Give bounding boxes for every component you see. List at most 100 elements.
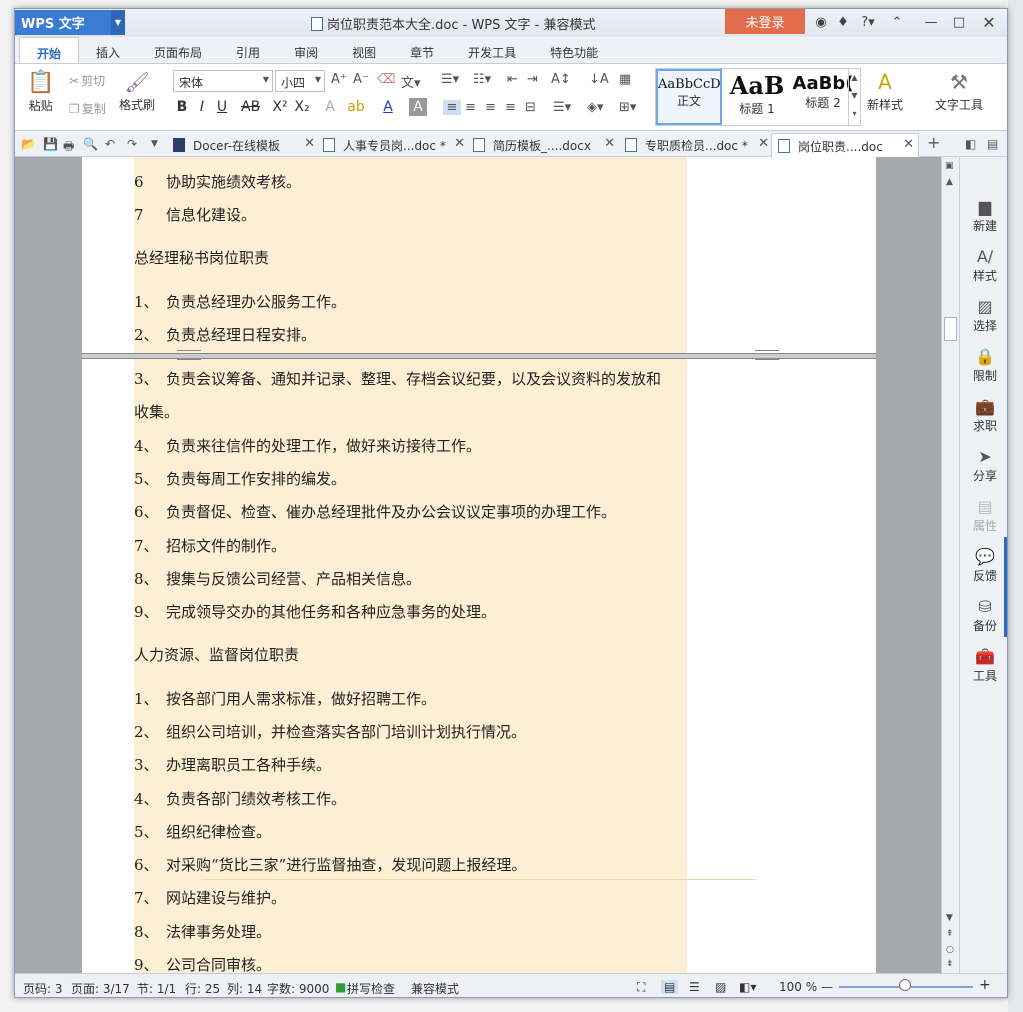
text-effect-icon[interactable]: A [321,98,339,116]
font-grow-icon[interactable]: A⁺ [331,72,347,87]
clear-format-icon[interactable]: ⌫ [377,72,395,87]
scroll-thumb[interactable] [944,317,957,341]
increase-indent-icon[interactable]: ⇥ [527,72,538,87]
copy-button[interactable]: ❐ 复制 [69,100,106,117]
font-size-select[interactable]: 小四 ▼ [275,70,325,92]
fullscreen-icon[interactable]: ⛶ [637,980,645,995]
redo-icon[interactable]: ↷ [127,137,137,151]
side-share[interactable]: ➤ 分享 [960,447,1007,484]
strikethrough-icon[interactable]: AB [241,98,260,116]
close-icon[interactable]: ✕ [979,12,999,32]
doc-tab-docer[interactable]: Docer-在线模板 ✕ [167,133,315,157]
align-center-icon[interactable]: ≡ [465,100,476,115]
reading-view-icon[interactable]: ◧▾ [739,980,756,994]
numbered-list-icon[interactable]: ☷▾ [473,72,491,87]
browse-object-icon[interactable]: ○ [946,945,954,955]
side-select[interactable]: ▨ 选择 [960,297,1007,334]
italic-icon[interactable]: I [193,98,211,116]
collapse-ribbon-icon[interactable]: ⌃ [887,12,907,32]
line-spacing-icon[interactable]: ☰▾ [553,100,571,115]
close-tab-icon[interactable]: ✕ [304,136,315,151]
split-icon[interactable]: ▣ [945,161,954,171]
side-restrict[interactable]: 🔒 限制 [960,347,1007,384]
subscript-icon[interactable]: X₂ [293,98,311,116]
undo-icon[interactable]: ↶ [105,137,115,151]
align-left-icon[interactable]: ≡ [443,100,461,115]
char-shading-icon[interactable]: A [409,98,427,116]
shading-icon[interactable]: ◈▾ [587,100,604,115]
doc-tab-job-duties[interactable]: 岗位职责....doc ✕ [771,133,919,157]
vertical-scrollbar[interactable]: ▣ ▲ ▼ ⇞ ○ ⇟ [941,157,959,973]
side-backup[interactable]: ⛁ 备份 [960,597,1007,634]
distributed-icon[interactable]: ⊟ [525,100,536,115]
web-view-icon[interactable]: ▨ [715,980,726,994]
zoom-in-icon[interactable]: + [979,977,991,993]
format-painter-button[interactable]: 🖌 格式刷 [119,70,155,113]
new-style-button[interactable]: A 新样式 [867,70,903,113]
customize-quick-access-icon[interactable]: ▼ [151,139,158,149]
wps-menu-button[interactable]: WPS 文字 ▼ [15,10,125,35]
minimize-icon[interactable]: — [921,12,941,32]
superscript-icon[interactable]: X² [271,98,289,116]
panel-collapse-handle[interactable] [1004,537,1007,637]
login-button[interactable]: 未登录 [725,9,805,34]
side-style[interactable]: A∕ 样式 [960,247,1007,284]
side-job[interactable]: 💼 求职 [960,397,1007,434]
tab-developer[interactable]: 开发工具 [451,37,533,63]
zoom-out-icon[interactable]: — [821,980,833,994]
bold-icon[interactable]: B [173,98,191,116]
side-feedback[interactable]: 💬 反馈 [960,547,1007,584]
doc-tab-qc-inspector[interactable]: 专职质检员...doc * ✕ [619,133,769,157]
prev-page-icon[interactable]: ⇞ [946,929,954,939]
tab-page-layout[interactable]: 页面布局 [137,37,219,63]
page-view-icon[interactable]: ▤ [661,980,679,994]
tab-insert[interactable]: 插入 [79,37,137,63]
table-icon[interactable]: ▦ [619,72,631,87]
maximize-icon[interactable]: □ [949,12,969,32]
bullet-list-icon[interactable]: ☰▾ [441,72,459,87]
close-tab-icon[interactable]: ✕ [454,136,465,151]
style-heading-1[interactable]: AaB 标题 1 [724,69,790,125]
doc-tab-hr-specialist[interactable]: 人事专员岗...doc * ✕ [317,133,465,157]
underline-icon[interactable]: U [213,98,231,116]
doc-tab-resume[interactable]: 简历模板_....docx ✕ [467,133,615,157]
tab-chapter[interactable]: 章节 [393,37,451,63]
outline-view-icon[interactable]: ☰ [689,980,700,994]
skin-icon[interactable]: ◉ [811,12,831,32]
paste-button[interactable]: 📋 粘贴 [27,70,54,114]
status-pages[interactable]: 页面: 3/17 [71,980,130,997]
chevron-down-icon[interactable]: ▼ [111,10,125,35]
font-name-select[interactable]: 宋体 ▼ [173,70,273,92]
print-preview-icon[interactable]: 🔍 [83,137,98,151]
side-new[interactable]: ▆ 新建 [960,197,1007,234]
sort-icon[interactable]: ↓A [589,72,609,87]
close-tab-icon[interactable]: ✕ [903,137,914,152]
status-word-count[interactable]: 字数: 9000 [267,980,329,997]
style-normal[interactable]: AaBbCcD 正文 [656,69,722,125]
scroll-down-icon[interactable]: ▼ [946,913,953,923]
tab-view[interactable]: 视图 [335,37,393,63]
open-icon[interactable]: 📂 [21,137,36,151]
tab-list-icon[interactable]: ◧ [965,137,976,151]
font-color-icon[interactable]: A [379,98,397,116]
justify-icon[interactable]: ≡ [505,100,516,115]
align-right-icon[interactable]: ≡ [485,100,496,115]
tab-menu-icon[interactable]: ▤ [987,137,998,151]
save-icon[interactable]: 💾 [43,137,58,151]
print-icon[interactable]: 🖶 [63,137,74,158]
new-tab-icon[interactable]: + [927,133,940,152]
close-tab-icon[interactable]: ✕ [604,136,615,151]
text-tools-button[interactable]: ⚒ 文字工具 [935,70,983,113]
text-direction-icon[interactable]: A↕ [551,72,571,87]
shirt-icon[interactable]: ♦ [833,12,853,32]
tab-home[interactable]: 开始 [19,37,80,63]
status-spellcheck[interactable]: 拼写检查 [347,980,395,997]
font-shrink-icon[interactable]: A⁻ [353,72,369,87]
help-icon[interactable]: ?▾ [855,12,881,32]
phonetic-icon[interactable]: 文▾ [401,72,421,91]
style-heading-2[interactable]: AaBb( 标题 2 [790,69,856,125]
scroll-up-icon[interactable]: ▲ [946,177,953,187]
tab-references[interactable]: 引用 [219,37,277,63]
zoom-slider-handle[interactable] [899,979,911,991]
decrease-indent-icon[interactable]: ⇤ [507,72,518,87]
